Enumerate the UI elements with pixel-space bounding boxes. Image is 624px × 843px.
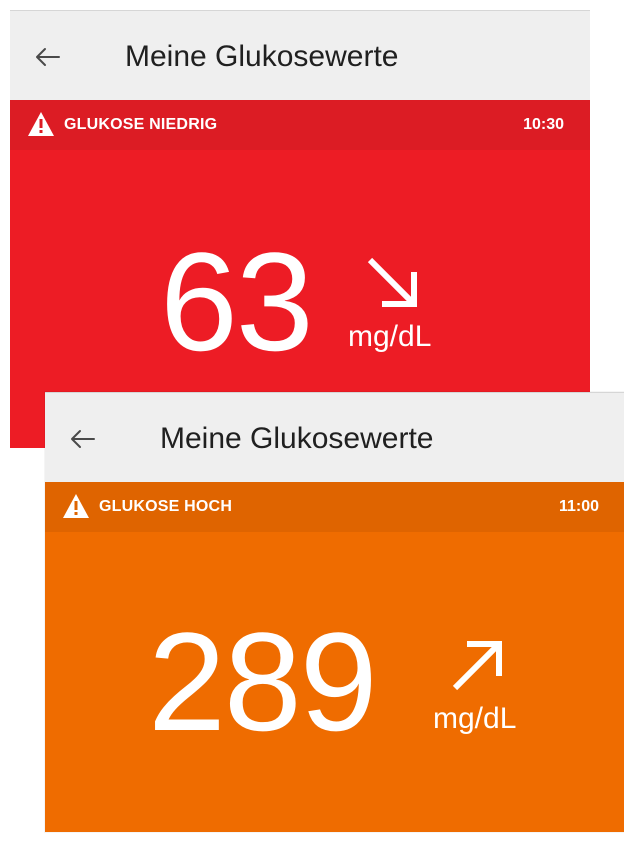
glucose-value: 63 <box>160 223 314 380</box>
glucose-screen-low: Meine Glukosewerte GLUKOSE NIEDRIG 10:30… <box>10 10 590 448</box>
trend-down-right-icon <box>367 257 417 307</box>
alert-time: 11:00 <box>558 498 599 515</box>
warning-icon <box>63 494 89 518</box>
glucose-reading-panel: 289 mg/dL <box>45 532 624 832</box>
warning-icon <box>28 112 54 136</box>
page-title: Meine Glukosewerte <box>160 422 434 455</box>
glucose-unit: mg/dL <box>433 702 517 735</box>
trend-up-right-icon <box>452 641 502 691</box>
glucose-value: 289 <box>148 603 378 760</box>
back-arrow-icon <box>36 48 60 66</box>
app-header: Meine Glukosewerte <box>10 10 590 100</box>
back-button[interactable] <box>63 421 103 457</box>
alert-time: 10:30 <box>523 116 564 133</box>
alert-label: GLUKOSE NIEDRIG <box>64 116 218 133</box>
alert-label: GLUKOSE HOCH <box>99 498 233 515</box>
back-button[interactable] <box>28 39 68 75</box>
page-title: Meine Glukosewerte <box>125 40 399 73</box>
glucose-screen-high: Meine Glukosewerte GLUKOSE HOCH 11:00 28… <box>45 392 624 832</box>
app-header: Meine Glukosewerte <box>45 392 624 482</box>
glucose-unit: mg/dL <box>348 320 432 353</box>
back-arrow-icon <box>71 430 95 448</box>
bottom-notch <box>557 822 579 832</box>
high-glucose-alert-banner: GLUKOSE HOCH 11:00 <box>45 482 624 532</box>
low-glucose-alert-banner: GLUKOSE NIEDRIG 10:30 <box>10 100 590 150</box>
